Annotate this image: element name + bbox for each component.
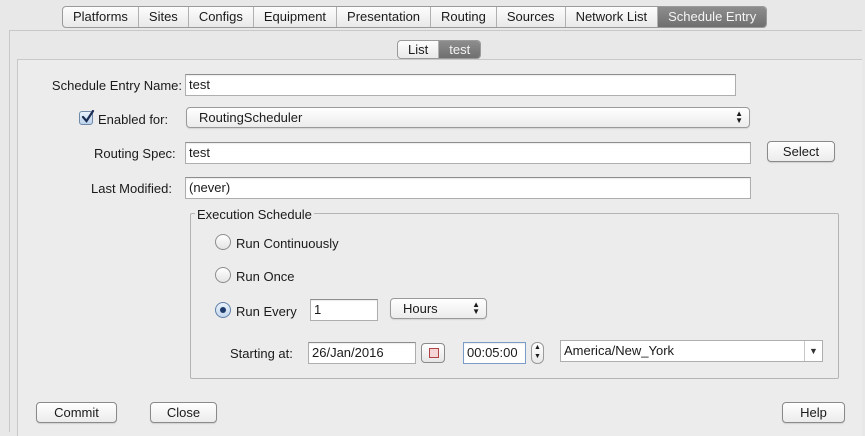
schedule-entry-name-input[interactable]: test (185, 74, 736, 96)
run-every-radio[interactable] (215, 302, 231, 318)
execution-schedule-title: Execution Schedule (195, 207, 314, 222)
tab-configs[interactable]: Configs (189, 7, 254, 27)
run-once-label: Run Once (236, 269, 295, 284)
commit-button[interactable]: Commit (36, 402, 117, 423)
chevron-down-icon[interactable]: ▼ (804, 341, 822, 361)
tab-sites[interactable]: Sites (139, 7, 189, 27)
updown-arrows-icon: ▲ ▼ (472, 300, 480, 316)
interval-unit-select[interactable]: Hours ▲ ▼ (390, 298, 487, 319)
enabled-for-select[interactable]: RoutingScheduler ▲ ▼ (186, 107, 750, 128)
start-date-input[interactable]: 26/Jan/2016 (308, 342, 416, 364)
tab-equipment[interactable]: Equipment (254, 7, 338, 27)
checkmark-icon (81, 110, 95, 123)
start-time-input[interactable]: 00:05:00 (463, 342, 526, 364)
calendar-icon (429, 348, 439, 358)
timezone-combo[interactable]: America/New_York ▼ (560, 340, 823, 362)
subtab-list[interactable]: List (398, 41, 440, 58)
run-continuously-radio[interactable] (215, 234, 231, 250)
updown-arrows-icon: ▲ ▼ (735, 109, 743, 125)
tab-platforms[interactable]: Platforms (63, 7, 139, 27)
enabled-for-checkbox[interactable] (79, 110, 95, 125)
sub-tab-bar: List test (397, 40, 482, 59)
run-continuously-label: Run Continuously (236, 236, 339, 251)
main-tab-bar: Platforms Sites Configs Equipment Presen… (62, 6, 768, 28)
run-every-interval-input[interactable]: 1 (310, 299, 378, 321)
time-stepper[interactable]: ▲ ▼ (531, 342, 544, 364)
help-button[interactable]: Help (782, 402, 845, 423)
last-modified-label: Last Modified: (91, 181, 172, 196)
timezone-value: America/New_York (564, 343, 675, 358)
close-button[interactable]: Close (150, 402, 217, 423)
routing-spec-input[interactable]: test (185, 142, 751, 164)
tab-sources[interactable]: Sources (497, 7, 566, 27)
calendar-button[interactable] (421, 343, 445, 363)
select-button[interactable]: Select (767, 141, 835, 162)
run-every-label: Run Every (236, 304, 297, 319)
subtab-test[interactable]: test (439, 41, 481, 58)
starting-at-label: Starting at: (230, 346, 293, 361)
enabled-for-value: RoutingScheduler (199, 110, 303, 125)
enabled-for-label: Enabled for: (98, 112, 169, 127)
tab-schedule-entry[interactable]: Schedule Entry (658, 7, 767, 27)
tab-network-list[interactable]: Network List (566, 7, 659, 27)
interval-unit-value: Hours (403, 301, 438, 316)
run-once-radio[interactable] (215, 267, 231, 283)
schedule-entry-name-label: Schedule Entry Name: (51, 78, 182, 93)
tab-presentation[interactable]: Presentation (337, 7, 432, 27)
last-modified-field: (never) (185, 177, 751, 199)
tab-routing[interactable]: Routing (431, 7, 497, 27)
routing-spec-label: Routing Spec: (94, 146, 176, 161)
